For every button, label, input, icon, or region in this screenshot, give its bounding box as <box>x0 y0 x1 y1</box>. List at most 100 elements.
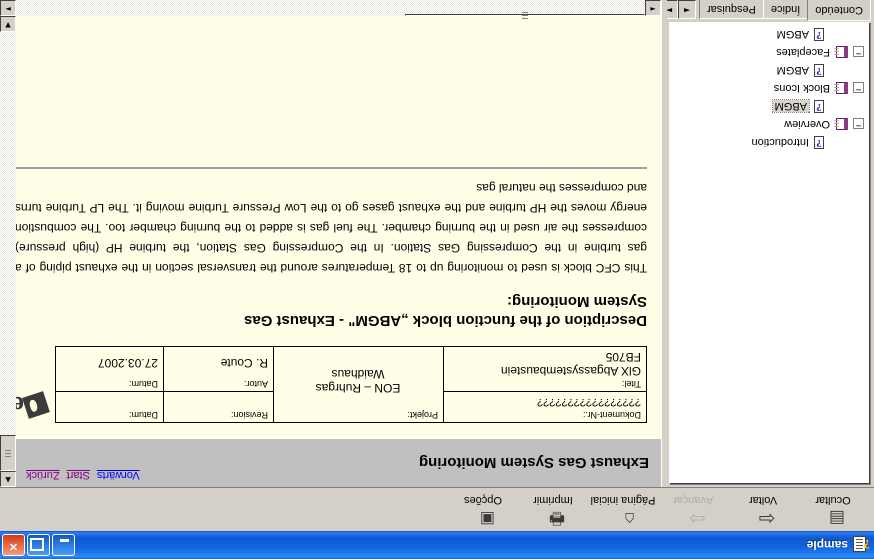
toolbar-label-back: Voltar <box>748 494 778 506</box>
label-dokument-nr: Dokument-Nr.: <box>582 410 641 420</box>
cell-date: Datum: 27.03.2007 <box>55 346 164 392</box>
topic-page-icon: ? <box>812 63 826 77</box>
forward-arrow-icon: ⇨ <box>688 507 705 531</box>
scroll-right-button[interactable]: ► <box>0 0 16 16</box>
label-projekt: Projekt: <box>407 410 438 420</box>
tree-item-label: ABGM <box>776 28 809 40</box>
tree-item-overview[interactable]: − Overview <box>670 115 864 133</box>
scroll-up-button[interactable]: ▲ <box>0 471 16 487</box>
vertical-scroll-track[interactable] <box>0 32 16 471</box>
toolbar-label-hide: Ocultar <box>815 494 851 506</box>
toolbar-button-forward[interactable]: ⇨ Avançar <box>658 490 728 531</box>
topic-horizontal-scrollbar[interactable]: ◄ ► <box>0 0 661 16</box>
toolbar-button-print[interactable]: 🖶 Imprimir <box>518 490 588 530</box>
contents-tree: ? Introduction − Overview ? ABGM − Block… <box>670 25 870 151</box>
nav-pane-tabs: Conteúdo Índice Pesquisar ◄ ► <box>660 0 871 21</box>
book-open-icon <box>833 117 849 131</box>
toolbar-button-hide[interactable]: ▤ Ocultar <box>798 490 868 530</box>
expander-minus-icon[interactable]: − <box>853 46 864 59</box>
options-icon: ▣ <box>479 510 495 527</box>
book-open-icon <box>833 45 849 59</box>
toolbar-label-home: Página inicial <box>590 494 656 506</box>
window-title: sample <box>806 538 848 552</box>
printer-icon: 🖶 <box>548 509 565 528</box>
tree-item-introduction[interactable]: ? Introduction <box>670 133 864 151</box>
horizontal-scroll-track[interactable] <box>16 0 645 16</box>
toolbar-button-options[interactable]: ▣ Opções <box>448 490 518 530</box>
tree-item-label: ABGM <box>776 64 809 76</box>
cell-revision: Revision: <box>163 391 274 423</box>
tree-item-label: ABGM <box>771 99 811 113</box>
vertical-scroll-thumb[interactable] <box>0 435 16 471</box>
value-titel-line2: FB705 <box>605 350 641 364</box>
topic-scroll-area: Exhaust Gas System Monitoring Vorwärts S… <box>0 16 661 487</box>
maximize-button[interactable] <box>27 534 50 556</box>
tree-item-label: Introduction <box>751 136 809 148</box>
tree-item-faceplates-abgm[interactable]: ? ABGM <box>670 25 864 43</box>
help-viewer-window: ? sample ✕ ▤ Ocultar ⇦ Voltar ⇨ Avançar <box>0 0 874 559</box>
home-icon: ⌂ <box>624 509 635 529</box>
topic-content-pane: Exhaust Gas System Monitoring Vorwärts S… <box>0 0 662 487</box>
tab-index[interactable]: Índice <box>762 0 809 19</box>
help-toolbar: ▤ Ocultar ⇦ Voltar ⇨ Avançar ⌂ Página in… <box>0 487 874 531</box>
rotated-screen: ? sample ✕ ▤ Ocultar ⇦ Voltar ⇨ Avançar <box>0 0 874 559</box>
scroll-left-button[interactable]: ◄ <box>645 0 661 16</box>
value-projekt-line2: Waidhaus <box>331 367 385 381</box>
minimize-button[interactable] <box>52 534 75 556</box>
tree-item-label: Block Icons <box>773 82 830 94</box>
cell-author: Autor: R. Coute <box>163 346 274 392</box>
page-title: Exhaust Gas System Monitoring <box>418 454 649 472</box>
pane-splitter[interactable] <box>662 0 667 487</box>
expander-minus-icon[interactable]: − <box>853 82 864 95</box>
link-vorwaerts[interactable]: Vorwärts <box>97 469 140 481</box>
tree-item-label: Overview <box>784 118 830 130</box>
tree-item-block-icons[interactable]: − Block Icons <box>670 79 864 97</box>
tab-contents[interactable]: Conteúdo <box>807 0 871 21</box>
contents-tree-box[interactable]: ? Introduction − Overview ? ABGM − Block… <box>669 22 871 485</box>
close-button[interactable]: ✕ <box>2 534 25 556</box>
book-open-icon <box>833 81 849 95</box>
toolbar-label-forward: Avançar <box>672 494 714 506</box>
cell-logo: evonik <box>16 347 56 423</box>
hide-pane-icon: ▤ <box>828 509 845 528</box>
cell-document-nr: Dokument-Nr.: ????????????????? <box>443 391 647 423</box>
link-start[interactable]: Start <box>67 469 90 481</box>
label-titel: Titel: <box>621 379 641 389</box>
cell-project: Projekt: EON – Ruhrgas Waidhaus <box>273 346 444 423</box>
value-dokument-nr: ????????????????? <box>536 396 641 408</box>
tree-item-label: Faceplates <box>776 46 830 58</box>
topic-heading-line2: System Monitoring: <box>506 293 647 310</box>
topic-heading-line1: Description of the function block „ABGM"… <box>244 312 647 329</box>
document-header-table: Dokument-Nr.: ????????????????? Projekt:… <box>16 346 647 423</box>
toolbar-label-options: Opções <box>464 494 502 506</box>
tree-item-block-icons-abgm[interactable]: ? ABGM <box>670 61 864 79</box>
value-datum: 27.03.2007 <box>97 356 158 370</box>
evonik-logo-text: evonik <box>16 392 24 421</box>
horizontal-scroll-thumb[interactable] <box>405 14 645 16</box>
topic-nav-links: Vorwärts Start Zurück <box>26 469 140 481</box>
label-revision: Revision: <box>230 410 268 420</box>
expander-minus-icon[interactable]: − <box>853 118 864 131</box>
link-zurueck[interactable]: Zurück <box>26 469 60 481</box>
toolbar-button-home[interactable]: ⌂ Página inicial <box>588 490 658 530</box>
scroll-down-button[interactable]: ▼ <box>0 16 16 32</box>
topic-page-icon: ? <box>812 135 826 149</box>
topic-heading: Description of the function block „ABGM"… <box>30 292 647 330</box>
tab-search[interactable]: Pesquisar <box>699 0 764 19</box>
topic-vertical-scrollbar[interactable]: ▲ ▼ <box>0 16 16 487</box>
topic-header-band: Exhaust Gas System Monitoring Vorwärts S… <box>16 439 661 487</box>
toolbar-button-back[interactable]: ⇦ Voltar <box>728 490 798 531</box>
help-document-icon: ? <box>853 536 870 554</box>
tree-item-overview-abgm[interactable]: ? ABGM <box>670 97 864 115</box>
tree-item-faceplates[interactable]: − Faceplates <box>670 43 864 61</box>
topic-page-icon: ? <box>812 27 826 41</box>
evonik-logo: evonik <box>16 391 50 421</box>
toolbar-label-print: Imprimir <box>533 494 573 506</box>
window-titlebar: ? sample ✕ <box>0 531 874 559</box>
topic-paragraph-text: This CFC block is used to monitoring up … <box>16 181 647 275</box>
navigation-pane: ? Introduction − Overview ? ABGM − Block… <box>660 0 874 487</box>
topic-page: Exhaust Gas System Monitoring Vorwärts S… <box>16 167 661 487</box>
topic-page-icon: ? <box>812 99 826 113</box>
back-arrow-icon: ⇦ <box>758 507 775 531</box>
tab-scroll-left-button[interactable]: ◄ <box>678 0 696 19</box>
